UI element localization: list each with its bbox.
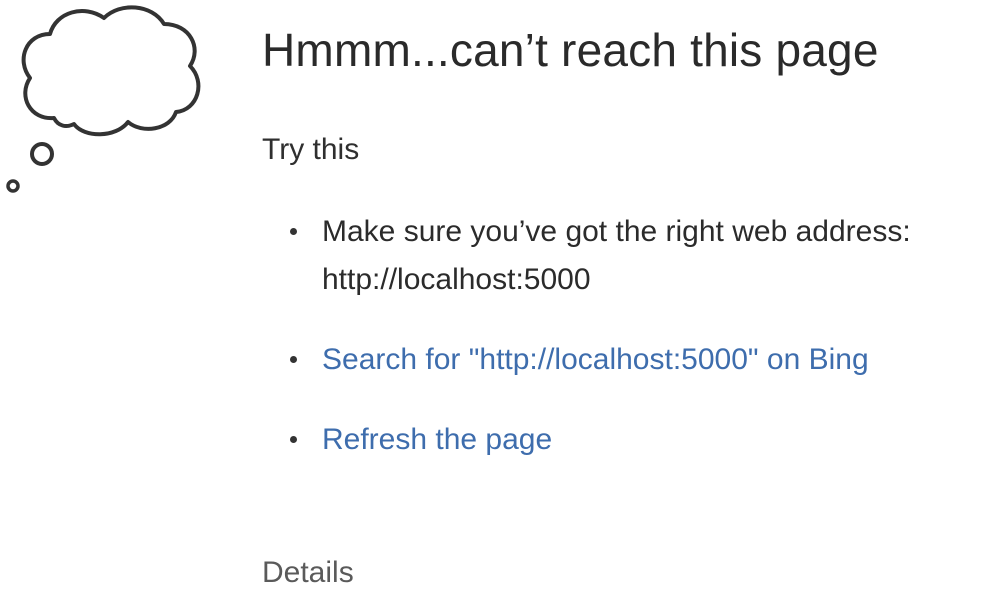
address-url: http://localhost:5000: [322, 263, 591, 296]
bullet-icon: [290, 228, 297, 235]
suggestion-check-address: Make sure you’ve got the right web addre…: [262, 208, 992, 304]
try-this-heading: Try this: [262, 133, 360, 166]
check-address-text: Make sure you’ve got the right web addre…: [322, 215, 911, 248]
cloud-shape: [21, 5, 201, 137]
suggestion-list: Make sure you’ve got the right web addre…: [262, 208, 992, 464]
refresh-page-link[interactable]: Refresh the page: [322, 423, 552, 456]
bullet-icon: [290, 436, 297, 443]
bullet-icon: [290, 356, 297, 363]
details-toggle[interactable]: Details: [262, 556, 354, 590]
page-title: Hmmm...can’t reach this page: [262, 24, 879, 76]
search-bing-link[interactable]: Search for "http://localhost:5000" on Bi…: [322, 343, 869, 376]
thought-dot-small: [6, 179, 20, 193]
suggestion-refresh: Refresh the page: [262, 416, 992, 464]
suggestion-search: Search for "http://localhost:5000" on Bi…: [262, 336, 992, 384]
thought-bubble-icon: [6, 5, 201, 193]
thought-dot-large: [30, 142, 54, 166]
error-content: Hmmm...can’t reach this page Try this Ma…: [262, 20, 992, 589]
